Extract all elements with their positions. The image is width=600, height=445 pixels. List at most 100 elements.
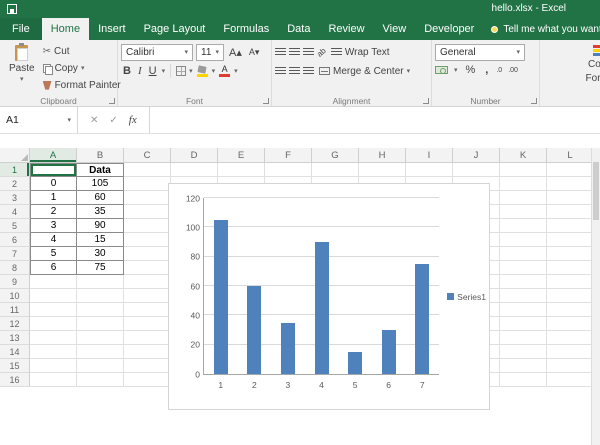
cell-C14[interactable]	[124, 345, 171, 359]
chart[interactable]: 0204060801001201234567 Series1	[168, 183, 490, 410]
cell-C3[interactable]	[124, 191, 171, 205]
chevron-down-icon[interactable]: ▾	[454, 67, 458, 74]
row-header-10[interactable]: 10	[0, 289, 30, 303]
cell-B15[interactable]	[77, 359, 124, 373]
dialog-launcher-icon[interactable]	[263, 98, 269, 104]
align-center-icon[interactable]	[289, 67, 300, 75]
save-icon[interactable]	[7, 4, 17, 14]
comma-style-button[interactable]: ,	[483, 64, 490, 76]
align-left-icon[interactable]	[275, 67, 286, 75]
row-header-12[interactable]: 12	[0, 317, 30, 331]
column-header-B[interactable]: B	[77, 148, 124, 163]
cell-K15[interactable]	[500, 359, 547, 373]
cell-C4[interactable]	[124, 205, 171, 219]
tab-view[interactable]: View	[374, 18, 416, 40]
cell-A3[interactable]: 1	[30, 191, 77, 205]
chevron-down-icon[interactable]: ▾	[162, 68, 166, 75]
row-header-5[interactable]: 5	[0, 219, 30, 233]
cell-K7[interactable]	[500, 247, 547, 261]
cell-A7[interactable]: 5	[30, 247, 77, 261]
conditional-formatting-button[interactable]: Cond Forma	[543, 43, 600, 87]
row-header-14[interactable]: 14	[0, 345, 30, 359]
tab-home[interactable]: Home	[42, 18, 89, 40]
row-header-4[interactable]: 4	[0, 205, 30, 219]
cell-C1[interactable]	[124, 163, 171, 177]
align-bottom-icon[interactable]	[303, 48, 314, 56]
italic-button[interactable]: I	[136, 65, 144, 77]
cell-A2[interactable]: 0	[30, 177, 77, 191]
percent-style-button[interactable]: %	[464, 64, 478, 76]
cell-K11[interactable]	[500, 303, 547, 317]
cell-L13[interactable]	[547, 331, 594, 345]
column-header-C[interactable]: C	[124, 148, 171, 163]
cell-A4[interactable]: 2	[30, 205, 77, 219]
cell-C7[interactable]	[124, 247, 171, 261]
cell-A1[interactable]	[30, 163, 77, 177]
chevron-down-icon[interactable]: ▾	[212, 68, 216, 75]
cell-L2[interactable]	[547, 177, 594, 191]
align-right-icon[interactable]	[303, 67, 314, 75]
row-header-9[interactable]: 9	[0, 275, 30, 289]
fill-color-button[interactable]	[196, 66, 209, 77]
cell-L10[interactable]	[547, 289, 594, 303]
cell-A6[interactable]: 4	[30, 233, 77, 247]
tab-formulas[interactable]: Formulas	[214, 18, 278, 40]
dialog-launcher-icon[interactable]	[423, 98, 429, 104]
font-name-select[interactable]: Calibri ▾	[121, 44, 193, 61]
cell-B3[interactable]: 60	[77, 191, 124, 205]
column-header-F[interactable]: F	[265, 148, 312, 163]
copy-button[interactable]: Copy ▾	[41, 61, 123, 77]
select-all-corner[interactable]	[0, 148, 30, 163]
cell-A15[interactable]	[30, 359, 77, 373]
cell-B2[interactable]: 105	[77, 177, 124, 191]
wrap-text-button[interactable]: Wrap Text	[329, 44, 392, 60]
cell-C15[interactable]	[124, 359, 171, 373]
tab-insert[interactable]: Insert	[89, 18, 135, 40]
cell-K13[interactable]	[500, 331, 547, 345]
tab-developer[interactable]: Developer	[415, 18, 483, 40]
font-size-select[interactable]: 11 ▾	[196, 44, 224, 61]
tab-file[interactable]: File	[0, 18, 42, 40]
cell-A16[interactable]	[30, 373, 77, 387]
cell-L5[interactable]	[547, 219, 594, 233]
align-top-icon[interactable]	[275, 48, 286, 56]
increase-decimal-button[interactable]: .0	[496, 67, 502, 74]
font-color-button[interactable]: A	[218, 65, 231, 77]
cell-K1[interactable]	[500, 163, 547, 177]
cell-B14[interactable]	[77, 345, 124, 359]
decrease-decimal-button[interactable]: .00	[508, 67, 518, 74]
cell-K2[interactable]	[500, 177, 547, 191]
cut-button[interactable]: ✂ Cut	[41, 44, 123, 60]
cell-L16[interactable]	[547, 373, 594, 387]
cell-C13[interactable]	[124, 331, 171, 345]
cell-B7[interactable]: 30	[77, 247, 124, 261]
increase-font-size-button[interactable]: A▴	[227, 46, 244, 59]
cell-B4[interactable]: 35	[77, 205, 124, 219]
column-header-G[interactable]: G	[312, 148, 359, 163]
cell-C12[interactable]	[124, 317, 171, 331]
cell-C2[interactable]	[124, 177, 171, 191]
underline-button[interactable]: U	[147, 65, 159, 77]
column-header-I[interactable]: I	[406, 148, 453, 163]
tab-data[interactable]: Data	[278, 18, 319, 40]
cell-L12[interactable]	[547, 317, 594, 331]
cell-K3[interactable]	[500, 191, 547, 205]
cell-K12[interactable]	[500, 317, 547, 331]
cell-B11[interactable]	[77, 303, 124, 317]
cell-K4[interactable]	[500, 205, 547, 219]
cell-G1[interactable]	[312, 163, 359, 177]
cell-K6[interactable]	[500, 233, 547, 247]
chevron-down-icon[interactable]: ▾	[234, 68, 238, 75]
cell-A11[interactable]	[30, 303, 77, 317]
cell-B9[interactable]	[77, 275, 124, 289]
cell-B6[interactable]: 15	[77, 233, 124, 247]
cell-K10[interactable]	[500, 289, 547, 303]
cell-K14[interactable]	[500, 345, 547, 359]
cell-B8[interactable]: 75	[77, 261, 124, 275]
row-header-16[interactable]: 16	[0, 373, 30, 387]
cell-C9[interactable]	[124, 275, 171, 289]
number-format-select[interactable]: General ▾	[435, 44, 525, 61]
cell-A5[interactable]: 3	[30, 219, 77, 233]
scrollbar-thumb[interactable]	[593, 162, 599, 220]
cell-J1[interactable]	[453, 163, 500, 177]
